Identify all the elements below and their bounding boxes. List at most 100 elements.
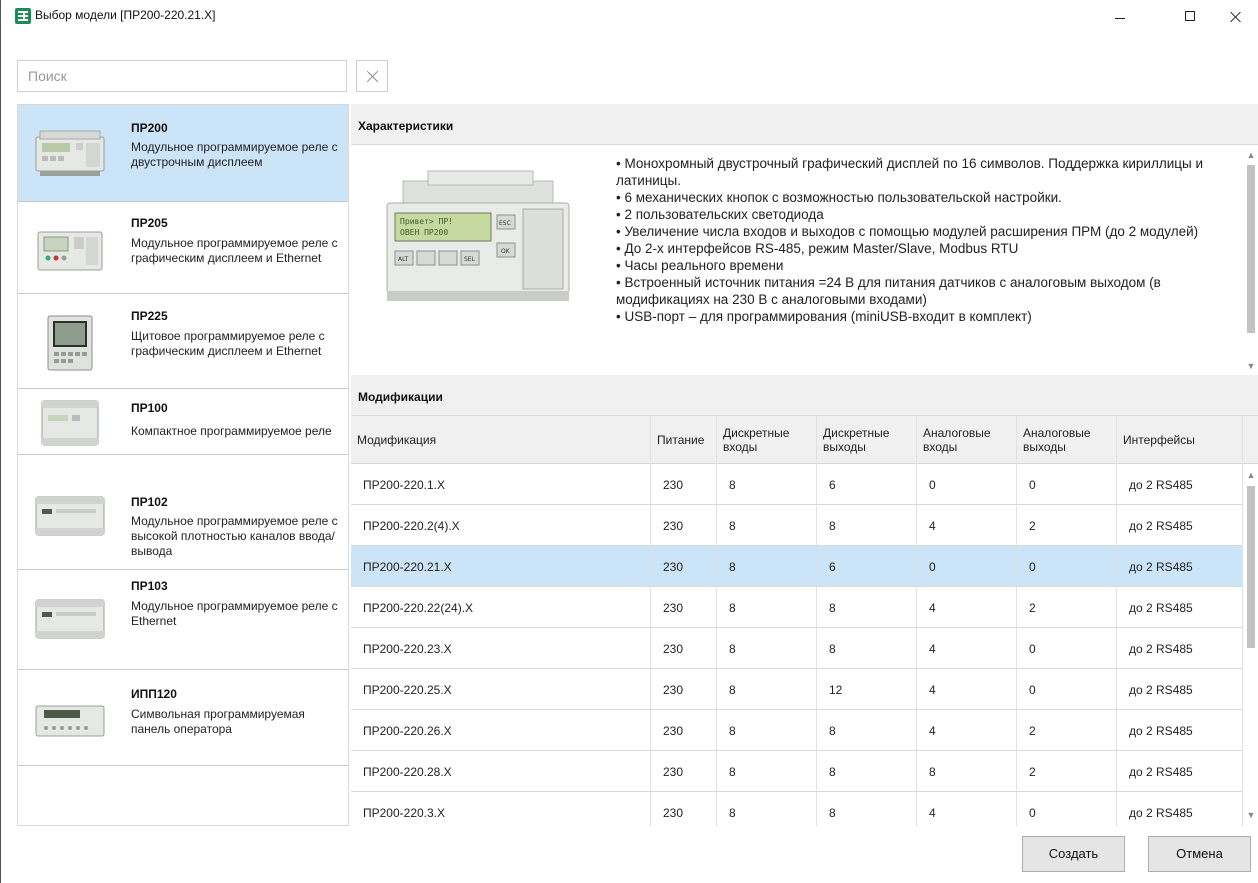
table-row[interactable]: ПР200-220.3.X 230 8 8 4 0 до 2 RS485 xyxy=(351,792,1243,826)
cell-interfaces: до 2 RS485 xyxy=(1117,505,1243,546)
app-icon xyxy=(15,8,31,24)
cell-modification: ПР200-220.28.X xyxy=(351,751,651,792)
cell-digital-outputs: 8 xyxy=(817,505,917,546)
table-row[interactable]: ПР200-220.26.X 230 8 8 4 2 до 2 RS485 xyxy=(351,710,1243,751)
characteristic-line: • USB-порт – для программирования (miniU… xyxy=(616,309,1032,324)
search-input[interactable] xyxy=(17,60,347,92)
cell-analog-outputs: 2 xyxy=(1017,587,1117,628)
cell-modification: ПР200-220.3.X xyxy=(351,792,651,826)
clear-search-button[interactable] xyxy=(356,60,388,92)
table-row[interactable]: ПР200-220.23.X 230 8 8 4 0 до 2 RS485 xyxy=(351,628,1243,669)
cell-analog-inputs: 4 xyxy=(917,587,1017,628)
minimize-button[interactable] xyxy=(1098,0,1144,32)
cell-analog-outputs: 0 xyxy=(1017,628,1117,669)
model-name: ПР200 xyxy=(131,121,168,135)
create-button[interactable]: Создать xyxy=(1022,836,1125,872)
modifications-table-body: ПР200-220.1.X 230 8 6 0 0 до 2 RS485 ПР200-220.… xyxy=(351,464,1243,826)
cell-analog-outputs: 0 xyxy=(1017,546,1117,587)
cell-analog-inputs: 0 xyxy=(917,546,1017,587)
column-header-digital-outputs[interactable]: Дискретные выходы xyxy=(817,416,917,464)
modifications-title: Модификации xyxy=(358,390,443,404)
model-item-pr102[interactable]: ПР102 Модульное программируемое реле с в… xyxy=(18,455,348,570)
column-header-analog-inputs[interactable]: Аналоговые входы xyxy=(917,416,1017,464)
scroll-thumb[interactable] xyxy=(1247,486,1255,648)
cell-digital-outputs: 6 xyxy=(817,546,917,587)
cell-analog-inputs: 4 xyxy=(917,669,1017,710)
scroll-down-icon[interactable]: ▼ xyxy=(1246,361,1256,371)
model-item-pr200[interactable]: ПР200 Модульное программируемое реле с д… xyxy=(18,105,348,202)
characteristics-text: • Монохромный двустрочный графический ди… xyxy=(616,155,1236,325)
model-description: Модульное программируемое реле с графиче… xyxy=(131,236,338,265)
characteristics-title: Характеристики xyxy=(358,119,454,133)
cell-digital-inputs: 8 xyxy=(717,505,817,546)
cell-analog-inputs: 4 xyxy=(917,710,1017,751)
cell-power: 230 xyxy=(651,710,717,751)
characteristics-panel: Привет> ПР! ОВЕН ПР200 ALT SEL OK ESC • … xyxy=(351,145,1258,375)
device-screen-line-1: Привет> ПР! xyxy=(400,217,453,226)
model-item-pr100[interactable]: ПР100 Компактное программируемое реле xyxy=(18,389,348,455)
model-name: ИПП120 xyxy=(131,687,177,701)
model-name: ПР205 xyxy=(131,216,168,230)
details-pane: Характеристики Привет> ПР! ОВЕН ПР200 AL… xyxy=(351,104,1258,826)
cell-interfaces: до 2 RS485 xyxy=(1117,546,1243,587)
cell-interfaces: до 2 RS485 xyxy=(1117,710,1243,751)
cell-analog-outputs: 0 xyxy=(1017,669,1117,710)
cell-digital-outputs: 8 xyxy=(817,587,917,628)
cell-modification: ПР200-220.21.X xyxy=(351,546,651,587)
cell-digital-outputs: 8 xyxy=(817,792,917,826)
cell-modification: ПР200-220.25.X xyxy=(351,669,651,710)
table-row[interactable]: ПР200-220.21.X 230 8 6 0 0 до 2 RS485 xyxy=(351,546,1243,587)
cell-power: 230 xyxy=(651,505,717,546)
model-item-pr205[interactable]: ПР205 Модульное программируемое реле с г… xyxy=(18,202,348,294)
table-row[interactable]: ПР200-220.2(4).X 230 8 8 4 2 до 2 RS485 xyxy=(351,505,1243,546)
scroll-up-icon[interactable]: ▲ xyxy=(1246,470,1256,480)
cell-modification: ПР200-220.22(24).X xyxy=(351,587,651,628)
characteristic-line: • Монохромный двустрочный графический ди… xyxy=(616,156,1203,188)
table-row[interactable]: ПР200-220.25.X 230 8 12 4 0 до 2 RS485 xyxy=(351,669,1243,710)
device-ok-label: OK xyxy=(501,248,511,255)
model-name: ПР103 xyxy=(131,579,168,593)
column-header-interfaces[interactable]: Интерфейсы xyxy=(1117,416,1243,464)
table-row[interactable]: ПР200-220.22(24).X 230 8 8 4 2 до 2 RS485 xyxy=(351,587,1243,628)
device-alt-label: ALT xyxy=(398,256,409,263)
device-esc-label: ESC xyxy=(499,220,511,227)
model-description: Модульное программируемое реле с двустро… xyxy=(131,140,338,169)
maximize-icon xyxy=(1185,11,1195,21)
cell-analog-outputs: 0 xyxy=(1017,464,1117,505)
table-row[interactable]: ПР200-220.28.X 230 8 8 8 2 до 2 RS485 xyxy=(351,751,1243,792)
maximize-button[interactable] xyxy=(1167,0,1213,32)
ipp120-thumbnail xyxy=(35,705,105,737)
minimize-icon xyxy=(1115,18,1125,19)
model-list: ПР200 Модульное программируемое реле с д… xyxy=(17,104,349,826)
model-name: ПР225 xyxy=(131,309,168,323)
cell-modification: ПР200-220.2(4).X xyxy=(351,505,651,546)
column-header-digital-inputs[interactable]: Дискретные входы xyxy=(717,416,817,464)
model-item-pr225[interactable]: ПР225 Щитовое программируемое реле с гра… xyxy=(18,294,348,389)
column-header-analog-outputs[interactable]: Аналоговые выходы xyxy=(1017,416,1117,464)
device-sel-label: SEL xyxy=(464,256,476,263)
cell-analog-outputs: 2 xyxy=(1017,710,1117,751)
cell-analog-inputs: 4 xyxy=(917,792,1017,826)
cell-analog-inputs: 0 xyxy=(917,464,1017,505)
model-selection-dialog: Выбор модели [ПР200-220.21.X] ПР200 Моду… xyxy=(0,0,1258,883)
close-window-button[interactable] xyxy=(1213,0,1258,32)
table-row[interactable]: ПР200-220.1.X 230 8 6 0 0 до 2 RS485 xyxy=(351,464,1243,505)
cell-digital-inputs: 8 xyxy=(717,710,817,751)
model-item-pr103[interactable]: ПР103 Модульное программируемое реле с E… xyxy=(18,570,348,670)
model-description: Компактное программируемое реле xyxy=(131,424,332,438)
column-header-modification[interactable]: Модификация xyxy=(351,416,651,464)
scroll-up-icon[interactable]: ▲ xyxy=(1246,150,1256,160)
column-header-power[interactable]: Питание xyxy=(651,416,717,464)
scroll-down-icon[interactable]: ▼ xyxy=(1246,810,1256,820)
characteristics-header: Характеристики xyxy=(351,104,1258,145)
model-item-ipp120[interactable]: ИПП120 Символьная программируемая панель… xyxy=(18,670,348,766)
modifications-scrollbar[interactable]: ▲ ▼ xyxy=(1243,464,1258,826)
modifications-table-header: Модификация Питание Дискретные входы Дис… xyxy=(351,416,1258,464)
scroll-thumb[interactable] xyxy=(1247,165,1255,333)
pr100-thumbnail xyxy=(41,400,99,446)
cell-analog-inputs: 4 xyxy=(917,628,1017,669)
cancel-button[interactable]: Отмена xyxy=(1148,836,1251,872)
characteristic-line: • 2 пользовательских светодиода xyxy=(616,207,824,222)
characteristics-scrollbar[interactable]: ▲ ▼ xyxy=(1243,145,1258,375)
characteristic-line: • До 2-х интерфейсов RS-485, режим Maste… xyxy=(616,241,1019,256)
